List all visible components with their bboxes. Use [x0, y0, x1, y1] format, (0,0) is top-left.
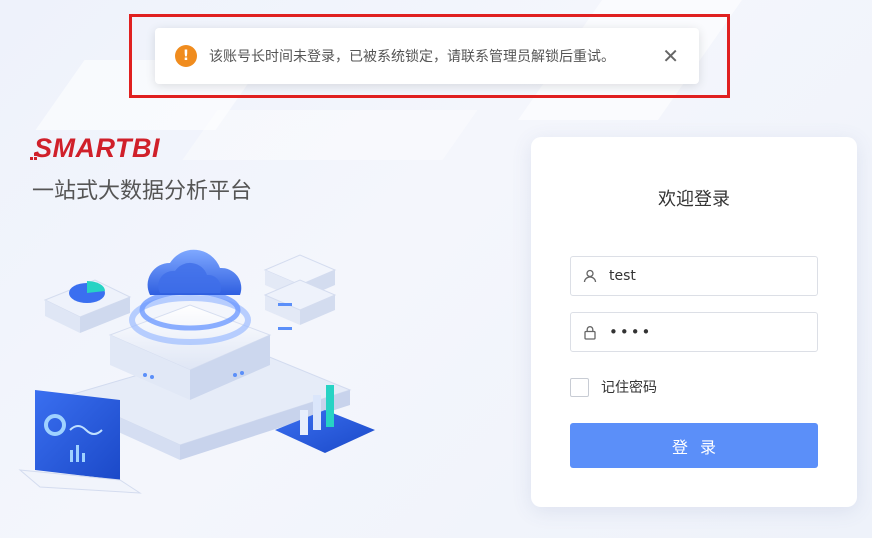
password-field[interactable] — [570, 312, 818, 352]
user-icon — [571, 269, 609, 283]
remember-password-label: 记住密码 — [601, 380, 657, 396]
close-icon[interactable]: ✕ — [662, 46, 679, 66]
data-platform-illustration — [18, 249, 375, 494]
login-button[interactable]: 登录 — [570, 423, 818, 468]
remember-password-checkbox[interactable] — [570, 377, 589, 397]
username-input[interactable] — [609, 268, 817, 284]
lock-icon — [571, 325, 609, 340]
brand-tagline: 一站式大数据分析平台 — [32, 179, 253, 204]
background-stripe — [182, 110, 478, 160]
username-field[interactable] — [570, 256, 818, 296]
warning-icon: ! — [175, 45, 197, 67]
alert-message: 该账号长时间未登录，已被系统锁定，请联系管理员解锁后重试。 — [209, 49, 615, 65]
remember-password[interactable]: 记住密码 — [570, 377, 657, 397]
login-title: 欢迎登录 — [658, 189, 730, 210]
smartbi-logo: SMARTBI — [34, 133, 161, 163]
account-locked-alert: ! 该账号长时间未登录，已被系统锁定，请联系管理员解锁后重试。 ✕ — [155, 28, 699, 84]
password-input[interactable] — [609, 323, 817, 341]
login-card: 欢迎登录 记住密码 登录 — [531, 137, 857, 507]
